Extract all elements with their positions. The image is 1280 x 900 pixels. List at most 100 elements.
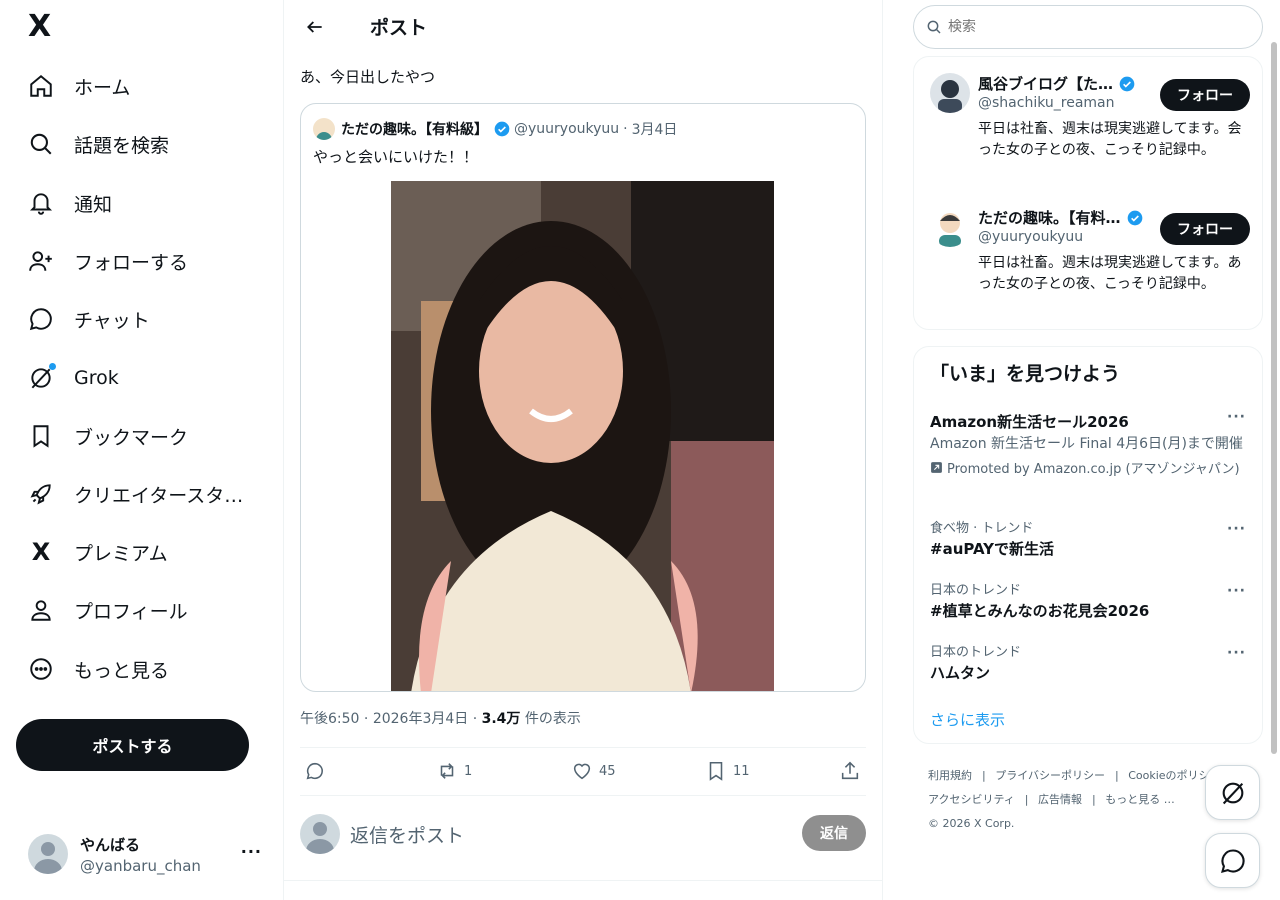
quoted-author-name: ただの趣味。【有料級】 [341, 122, 488, 138]
left-navigation: X ホーム 話題を検索 通知 フォローする チャット Grok ブックマーク ク… [0, 0, 284, 900]
more-dots-icon[interactable]: ··· [1227, 645, 1246, 661]
separator: | [1092, 793, 1096, 806]
nav-item-explore[interactable]: 話題を検索 [16, 119, 181, 169]
verified-badge-icon [494, 121, 510, 137]
footer-link-accessibility[interactable]: アクセシビリティ [928, 793, 1015, 806]
separator: · [472, 711, 478, 727]
suggestion-name: ただの趣味。【有料… [978, 209, 1121, 227]
reply-action[interactable] [304, 760, 332, 782]
nav-label: クリエイタースタ… [74, 484, 244, 507]
post-text: あ、今日出したやつ [300, 68, 436, 86]
more-dots-icon[interactable]: ··· [1227, 521, 1246, 537]
quoted-author-handle: @yuuryoukyuu [514, 121, 620, 137]
more-dots-icon[interactable]: ··· [1227, 409, 1246, 425]
follow-button[interactable]: フォロー [1160, 213, 1250, 245]
footer-link-more[interactable]: もっと見る … [1105, 793, 1175, 806]
avatar [28, 834, 68, 874]
post-button[interactable]: ポストする [16, 719, 249, 771]
separator: · [363, 711, 369, 727]
grok-floating-button[interactable] [1205, 765, 1260, 820]
trend-context: 食べ物 · トレンド [930, 521, 1034, 536]
bookmark-icon [28, 423, 54, 449]
back-arrow-icon[interactable] [298, 10, 332, 44]
post-time: 午後6:50 [300, 711, 360, 727]
footer-link-terms[interactable]: 利用規約 [928, 769, 972, 782]
like-action[interactable]: 45 [571, 760, 616, 782]
search-input[interactable] [948, 19, 1228, 35]
footer-link-privacy[interactable]: プライバシーポリシー [995, 769, 1105, 782]
nav-item-more[interactable]: もっと見る [16, 644, 181, 694]
promoted-text: Promoted by Amazon.co.jp (アマゾンジャパン) [947, 462, 1240, 477]
person-icon [28, 597, 54, 623]
suggestion-bio: 平日は社畜、週末は現実逃避してます。会った女の子との夜、こっそり記録中。 [978, 121, 1242, 158]
nav-label: チャット [74, 309, 150, 332]
divider [284, 880, 883, 881]
avatar [930, 207, 970, 247]
nav-item-notifications[interactable]: 通知 [16, 178, 124, 228]
nav-item-profile[interactable]: プロフィール [16, 585, 200, 635]
quoted-date: 3月4日 [631, 122, 678, 138]
avatar [313, 118, 335, 140]
trends-title: 「いま」を見つけよう [930, 363, 1121, 385]
follow-button[interactable]: フォロー [1160, 79, 1250, 111]
reply-icon [306, 762, 323, 780]
header: ポスト [284, 0, 883, 53]
bookmark-icon [709, 761, 723, 781]
nav-label: Grok [74, 367, 119, 389]
nav-item-chat[interactable]: チャット [16, 294, 162, 344]
like-count: 45 [599, 763, 616, 779]
account-handle: @yanbaru_chan [80, 856, 201, 875]
suggestion-name: 風谷ブイログ【た… [978, 75, 1114, 93]
view-count: 3.4万 [481, 711, 521, 727]
reply-input[interactable]: 返信をポスト [350, 821, 464, 848]
nav-item-grok[interactable]: Grok [16, 353, 131, 403]
repost-action[interactable]: 1 [436, 760, 472, 782]
x-icon: X [31, 538, 51, 566]
scrollbar[interactable] [1271, 42, 1277, 754]
trend-item[interactable]: Amazon新生活セール2026 Amazon 新生活セール Final 4月6… [930, 409, 1250, 477]
grok-icon [1222, 782, 1243, 804]
nav-item-home[interactable]: ホーム [16, 61, 142, 111]
repost-count: 1 [464, 763, 473, 779]
quoted-post[interactable]: ただの趣味。【有料級】 @yuuryoukyuu · 3月4日 やっと会いにいけ… [300, 103, 866, 692]
who-to-follow-card: 風谷ブイログ【た… @shachiku_reaman 平日は社畜、週末は現実逃避… [913, 56, 1263, 330]
copyright: © 2026 X Corp. [928, 817, 1015, 830]
trend-context: 日本のトレンド [930, 583, 1022, 598]
trend-item[interactable]: 日本のトレンド ハムタン ··· [930, 641, 1250, 683]
nav-item-premium[interactable]: X プレミアム [16, 527, 180, 577]
nav-item-creator-studio[interactable]: クリエイタースタ… [16, 469, 255, 519]
account-switcher[interactable]: やんばる @yanbaru_chan ··· [16, 822, 272, 886]
separator: · [623, 121, 628, 137]
nav-item-bookmarks[interactable]: ブックマーク [16, 411, 200, 461]
promoted-label: Promoted by Amazon.co.jp (アマゾンジャパン) [930, 458, 1250, 477]
more-dots-icon[interactable]: ··· [1227, 583, 1246, 599]
nav-label: ホーム [74, 76, 131, 99]
search-icon [927, 20, 941, 34]
page-title: ポスト [370, 17, 428, 39]
quoted-text: やっと会いにいけた！！ [313, 148, 479, 166]
home-icon [28, 73, 54, 99]
follow-icon [28, 248, 54, 274]
reply-button[interactable]: 返信 [802, 815, 866, 851]
x-logo-icon[interactable]: X [28, 12, 56, 42]
bookmark-action[interactable]: 11 [705, 760, 750, 782]
search-box [913, 5, 1263, 49]
action-bar: 1 45 11 [300, 747, 866, 796]
nav-label: 話題を検索 [74, 134, 170, 157]
heart-icon [573, 763, 591, 780]
show-more-link[interactable]: さらに表示 [930, 709, 1005, 730]
post-photo[interactable] [391, 181, 774, 691]
bookmark-count: 11 [733, 763, 750, 779]
chat-icon [28, 306, 54, 332]
footer-link-ads[interactable]: 広告情報 [1038, 793, 1082, 806]
trend-item[interactable]: 日本のトレンド #植草とみんなのお花見会2026 ··· [930, 579, 1250, 621]
nav-label: ブックマーク [74, 426, 189, 449]
avatar [300, 814, 340, 854]
chat-floating-button[interactable] [1205, 833, 1260, 888]
trend-context: 日本のトレンド [930, 645, 1022, 660]
trend-item[interactable]: 食べ物 · トレンド #auPAYで新生活 ··· [930, 517, 1250, 559]
repost-icon [440, 763, 454, 779]
share-action[interactable] [839, 760, 861, 782]
promoted-icon [931, 462, 942, 473]
nav-item-follow[interactable]: フォローする [16, 236, 200, 286]
